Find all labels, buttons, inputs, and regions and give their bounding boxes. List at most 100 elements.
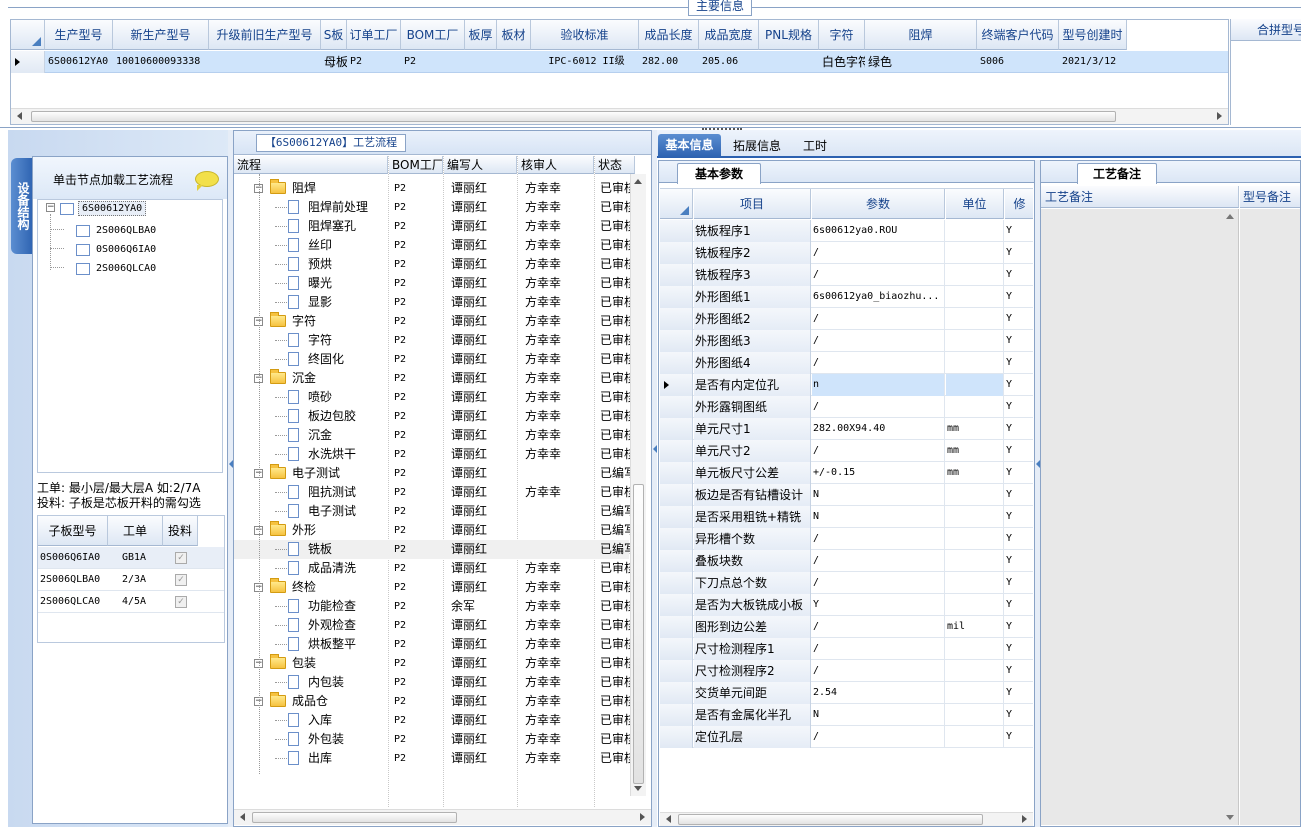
reviewer[interactable]: 方幸幸 [525, 331, 561, 350]
flow-step-name[interactable]: 丝印 [308, 236, 332, 255]
cell[interactable]: 10010600093338 [116, 51, 209, 73]
row-selector[interactable] [660, 220, 693, 242]
writer[interactable]: 谭丽红 [451, 255, 487, 274]
tab-extended-info[interactable]: 拓展信息 [725, 135, 789, 157]
bom-factory[interactable]: P2 [394, 502, 406, 521]
writer[interactable]: 谭丽红 [451, 616, 487, 635]
status[interactable]: 已审核 [600, 597, 632, 616]
param-value[interactable]: 2.54 [812, 682, 945, 704]
flow-step-name[interactable]: 出库 [308, 749, 332, 768]
param-unit[interactable]: mm [946, 418, 1004, 440]
bom-factory[interactable]: P2 [394, 445, 406, 464]
cell[interactable]: P2 [404, 51, 465, 73]
writer[interactable]: 谭丽红 [451, 236, 487, 255]
reviewer[interactable]: 方幸幸 [525, 692, 561, 711]
param-unit[interactable] [946, 704, 1004, 726]
status[interactable]: 已编写 [600, 521, 632, 540]
bom-factory[interactable]: P2 [394, 312, 406, 331]
row-selector[interactable] [660, 462, 693, 484]
reviewer[interactable]: 方幸幸 [525, 426, 561, 445]
writer[interactable]: 谭丽红 [451, 179, 487, 198]
status[interactable]: 已审核 [600, 654, 632, 673]
reviewer[interactable]: 方幸幸 [525, 616, 561, 635]
param-flag[interactable]: Y [1005, 484, 1033, 506]
flow-step-row[interactable]: 丝印 P2 谭丽红 方幸幸 已审核 [234, 236, 632, 255]
writer[interactable]: 谭丽红 [451, 635, 487, 654]
param-unit[interactable] [946, 242, 1004, 264]
reviewer[interactable]: 方幸幸 [525, 388, 561, 407]
param-value[interactable]: / [812, 572, 945, 594]
status[interactable]: 已审核 [600, 407, 632, 426]
param-unit[interactable] [946, 396, 1004, 418]
flow-step-row[interactable]: 铣板 P2 谭丽红 已编写 [234, 540, 632, 559]
bom-factory[interactable]: P2 [394, 426, 406, 445]
column-header[interactable]: 型号创建时 [1059, 20, 1127, 50]
param-flag[interactable]: Y [1005, 396, 1033, 418]
bom-factory[interactable]: P2 [394, 388, 406, 407]
flow-step-row[interactable]: 板边包胶 P2 谭丽红 方幸幸 已审核 [234, 407, 632, 426]
param-unit[interactable] [946, 220, 1004, 242]
param-unit[interactable] [946, 550, 1004, 572]
reviewer[interactable]: 方幸幸 [525, 559, 561, 578]
param-value[interactable]: N [812, 506, 945, 528]
status[interactable]: 已编写 [600, 464, 632, 483]
param-flag[interactable]: Y [1005, 440, 1033, 462]
flow-header[interactable]: 编写人 [444, 156, 517, 174]
param-unit[interactable] [946, 374, 1004, 396]
row-selector[interactable] [660, 440, 693, 462]
cell[interactable]: 282.00 [642, 51, 699, 73]
flow-step-name[interactable]: 内包装 [308, 673, 344, 692]
cell[interactable]: 6S00612YA0 [48, 51, 113, 73]
status[interactable]: 已审核 [600, 426, 632, 445]
param-unit[interactable] [946, 264, 1004, 286]
param-flag[interactable]: Y [1005, 682, 1033, 704]
row-selector[interactable] [660, 396, 693, 418]
param-value[interactable]: / [812, 726, 945, 748]
cell[interactable] [468, 51, 497, 73]
row-selector[interactable] [660, 660, 693, 682]
flow-step-name[interactable]: 成品清洗 [308, 559, 356, 578]
column-header[interactable]: 新生产型号 [113, 20, 209, 50]
splitter-grip[interactable] [702, 128, 742, 132]
sub-header[interactable]: 工单 [108, 516, 163, 546]
param-value[interactable]: / [812, 638, 945, 660]
flow-step-row[interactable]: 字符 P2 谭丽红 方幸幸 已审核 [234, 331, 632, 350]
param-row[interactable]: 异形槽个数 / Y [660, 528, 1033, 550]
param-key[interactable]: 尺寸检测程序1 [694, 638, 811, 660]
status[interactable]: 已审核 [600, 730, 632, 749]
feed-checkbox[interactable]: ✓ [175, 596, 187, 608]
param-row[interactable]: 是否采用粗铣+精铣 N Y [660, 506, 1033, 528]
param-row[interactable]: 下刀点总个数 / Y [660, 572, 1033, 594]
bom-factory[interactable]: P2 [394, 407, 406, 426]
flow-step-row[interactable]: 沉金 P2 谭丽红 方幸幸 已审核 [234, 426, 632, 445]
cell[interactable]: P2 [350, 51, 401, 73]
column-header[interactable]: 字符 [819, 20, 865, 50]
bom-factory[interactable]: P2 [394, 331, 406, 350]
param-row[interactable]: 单元尺寸1 282.00X94.40 mm Y [660, 418, 1033, 440]
feed-checkbox[interactable]: ✓ [175, 552, 187, 564]
row-selector[interactable] [660, 506, 693, 528]
status[interactable]: 已审核 [600, 274, 632, 293]
equipment-tab[interactable]: 设备结构 [11, 158, 34, 254]
flow-step-name[interactable]: 电子测试 [308, 502, 356, 521]
param-row[interactable]: 板边是否有钻槽设计 N Y [660, 484, 1033, 506]
flow-step-name[interactable]: 外观检查 [308, 616, 356, 635]
row-selector[interactable] [660, 528, 693, 550]
row-selector[interactable] [660, 682, 693, 704]
bom-factory[interactable]: P2 [394, 749, 406, 768]
writer[interactable]: 谭丽红 [451, 692, 487, 711]
writer[interactable]: 谭丽红 [451, 407, 487, 426]
param-flag[interactable]: Y [1005, 352, 1033, 374]
status[interactable]: 已审核 [600, 445, 632, 464]
column-header[interactable]: 阻焊 [865, 20, 977, 50]
param-flag[interactable]: Y [1005, 660, 1033, 682]
main-info-tab[interactable]: 主要信息 [688, 0, 752, 16]
cell[interactable]: IPC-6012 II级 [534, 51, 639, 73]
sub-workorder[interactable]: GB1A [122, 547, 162, 569]
param-header[interactable]: 项目 [694, 189, 811, 219]
param-row[interactable]: 是否为大板铣成小板 Y Y [660, 594, 1033, 616]
bom-factory[interactable]: P2 [394, 540, 406, 559]
reviewer[interactable]: 方幸幸 [525, 312, 561, 331]
flow-step-row[interactable]: 入库 P2 谭丽红 方幸幸 已审核 [234, 711, 632, 730]
param-key[interactable]: 图形到边公差 [694, 616, 811, 638]
